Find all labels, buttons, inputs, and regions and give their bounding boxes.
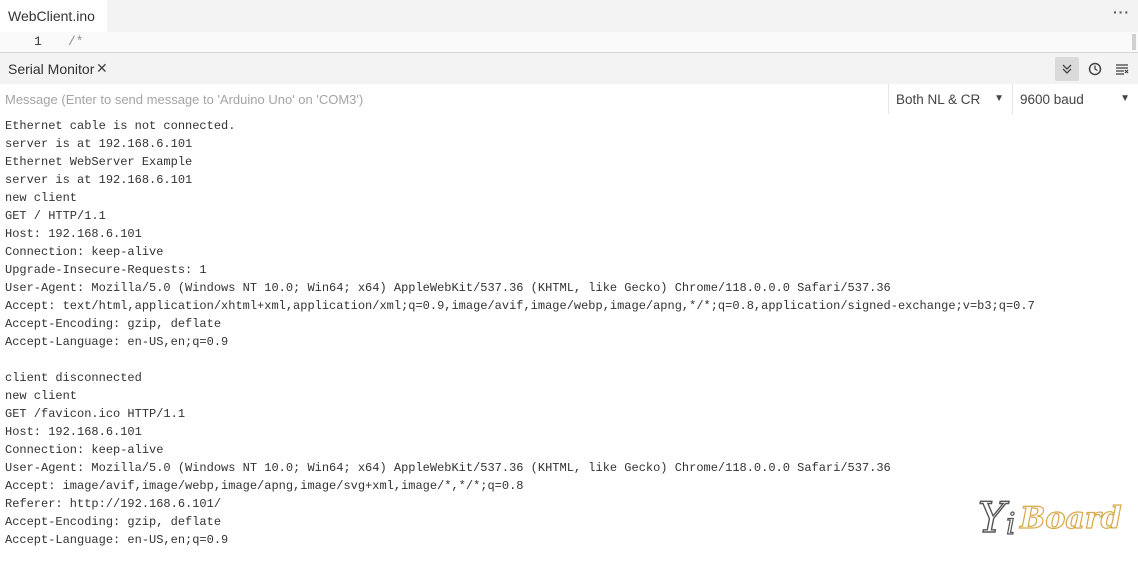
output-line: Ethernet WebServer Example [5, 155, 193, 169]
watermark-logo: Y i Board [972, 488, 1132, 554]
close-icon[interactable]: ✕ [96, 60, 108, 77]
baud-rate-select[interactable]: 9600 baud ▼ [1012, 84, 1138, 114]
editor-tab-webclient[interactable]: WebClient.ino [0, 0, 107, 32]
output-line: Ethernet cable is not connected. [5, 119, 236, 133]
serial-monitor-header: Serial Monitor ✕ [0, 52, 1138, 84]
output-line: Accept-Language: en-US,en;q=0.9 [5, 533, 229, 547]
output-line: Host: 192.168.6.101 [5, 227, 142, 241]
output-line: Accept: text/html,application/xhtml+xml,… [5, 299, 1035, 313]
output-line: GET / HTTP/1.1 [5, 209, 106, 223]
clear-output-icon[interactable] [1110, 57, 1134, 81]
output-line: Accept: image/avif,image/webp,image/apng… [5, 479, 524, 493]
chevron-down-icon: ▼ [994, 93, 1004, 104]
code-text[interactable]: /* [68, 34, 84, 49]
editor-code-line[interactable]: 1 /* [0, 32, 1138, 52]
editor-tab-bar: WebClient.ino ··· [0, 0, 1138, 32]
output-line: Upgrade-Insecure-Requests: 1 [5, 263, 207, 277]
output-line: Connection: keep-alive [5, 443, 164, 457]
output-line: Connection: keep-alive [5, 245, 164, 259]
output-line: Accept-Encoding: gzip, deflate [5, 515, 222, 529]
output-line: Host: 192.168.6.101 [5, 425, 142, 439]
output-line: User-Agent: Mozilla/5.0 (Windows NT 10.0… [5, 281, 891, 295]
svg-text:i: i [1006, 507, 1016, 542]
output-line: new client [5, 191, 78, 205]
output-line: Accept-Language: en-US,en;q=0.9 [5, 335, 229, 349]
editor-tab-label: WebClient.ino [8, 8, 95, 24]
baud-rate-value: 9600 baud [1020, 91, 1084, 107]
ellipsis-icon[interactable]: ··· [1113, 4, 1130, 20]
chevron-down-icon: ▼ [1120, 93, 1130, 104]
output-line: Referer: http://192.168.6.101/ [5, 497, 222, 511]
serial-input-row: Both NL & CR ▼ 9600 baud ▼ [0, 84, 1138, 114]
output-line: server is at 192.168.6.101 [5, 137, 193, 151]
output-line: server is at 192.168.6.101 [5, 173, 193, 187]
line-number: 1 [34, 34, 42, 49]
message-input[interactable] [0, 84, 888, 114]
svg-text:Board: Board [1019, 501, 1122, 536]
output-line: User-Agent: Mozilla/5.0 (Windows NT 10.0… [5, 461, 891, 475]
line-ending-select[interactable]: Both NL & CR ▼ [888, 84, 1012, 114]
timestamp-icon[interactable] [1083, 57, 1107, 81]
output-line: client disconnected [5, 371, 142, 385]
autoscroll-icon[interactable] [1055, 57, 1079, 81]
serial-output[interactable]: Ethernet cable is not connected. server i… [0, 116, 1138, 571]
line-ending-value: Both NL & CR [896, 91, 981, 107]
serial-monitor-title[interactable]: Serial Monitor [8, 61, 94, 77]
output-line: Accept-Encoding: gzip, deflate [5, 317, 222, 331]
output-line: new client [5, 389, 78, 403]
output-line: GET /favicon.ico HTTP/1.1 [5, 407, 186, 421]
editor-scrollbar[interactable] [1132, 34, 1136, 50]
